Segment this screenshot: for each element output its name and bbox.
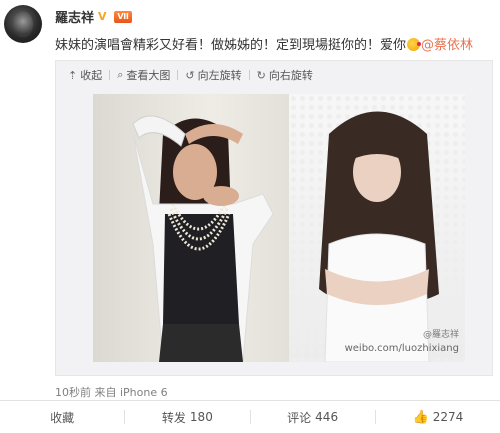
post-photo[interactable]: @羅志祥 weibo.com/luozhixiang <box>93 94 465 362</box>
comment-label: 评论 <box>287 410 312 425</box>
rotate-right-button[interactable]: ↻ 向右旋转 <box>257 67 313 83</box>
media-expanded-box: ⇡ 收起 ⌕ 查看大图 ↺ 向左旋转 ↻ 向右旋转 @羅志祥 weibo.com… <box>55 60 493 376</box>
avatar-face <box>13 11 33 37</box>
rotate-left-button[interactable]: ↺ 向左旋转 <box>185 67 241 83</box>
collect-button[interactable]: 收藏 <box>0 401 124 433</box>
user-name[interactable]: 羅志祥 <box>55 7 94 26</box>
like-button[interactable]: 👍 2274 <box>376 401 500 433</box>
view-large-button[interactable]: ⌕ 查看大图 <box>117 67 170 83</box>
photo-watermark-name: @羅志祥 <box>422 330 459 340</box>
photo-watermark-url: weibo.com/luozhixiang <box>344 343 459 354</box>
person-right-illustration <box>319 111 439 362</box>
image-toolbar: ⇡ 收起 ⌕ 查看大图 ↺ 向左旋转 ↻ 向右旋转 <box>68 67 313 83</box>
repost-button[interactable]: 转发 180 <box>125 401 249 433</box>
photo-right-panel: @羅志祥 weibo.com/luozhixiang <box>289 94 465 362</box>
toolbar-divider <box>177 70 179 80</box>
rotate-left-icon: ↺ <box>185 68 195 82</box>
post-text: 妹妹的演唱會精彩又好看！做姊姊的！定到現場挺你的！爱你 @蔡依林 <box>55 34 495 53</box>
toolbar-divider <box>248 70 250 80</box>
mention-link[interactable]: @蔡依林 <box>421 38 473 53</box>
person-left-illustration <box>132 115 274 362</box>
magnifier-icon: ⌕ <box>117 68 124 81</box>
user-name-row: 羅志祥 V ⅥⅠ <box>55 7 133 26</box>
post-meta: 10秒前 来自 iPhone 6 <box>55 386 168 399</box>
thumbs-up-icon: 👍 <box>412 409 429 425</box>
collapse-arrow-icon: ⇡ <box>68 68 78 82</box>
repost-count: 180 <box>189 410 213 424</box>
rotate-right-icon: ↻ <box>256 68 266 82</box>
comment-button[interactable]: 评论 446 <box>251 401 375 433</box>
kiss-emoji-icon <box>407 38 422 51</box>
collapse-button[interactable]: ⇡ 收起 <box>68 67 102 83</box>
toolbar-divider <box>109 70 111 80</box>
repost-label: 转发 <box>161 410 186 425</box>
like-count: 2274 <box>432 410 464 424</box>
vip-badge-icon: ⅥⅠ <box>114 10 133 23</box>
collect-label: 收藏 <box>50 410 75 425</box>
user-avatar[interactable] <box>4 5 42 43</box>
post-text-main: 妹妹的演唱會精彩又好看！做姊姊的！定到現場挺你的！爱你 <box>55 38 407 53</box>
verified-icon: V <box>98 9 107 23</box>
post-actions-bar: 收藏 转发 180 评论 446 👍 2274 <box>0 401 500 433</box>
comment-count: 446 <box>315 410 339 424</box>
photo-left-panel <box>93 94 289 362</box>
